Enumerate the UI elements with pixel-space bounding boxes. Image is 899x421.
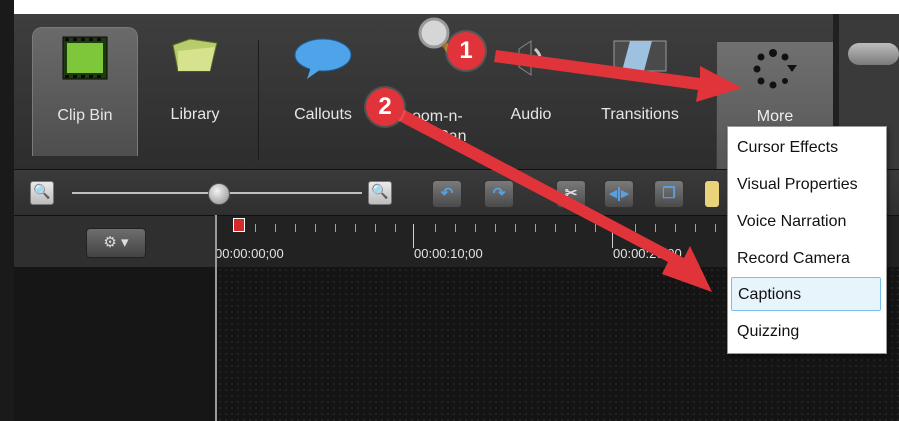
separator — [258, 40, 259, 160]
tab-label: Transitions — [601, 106, 679, 123]
document-top-strip — [0, 0, 899, 14]
tab-label: Audio — [510, 106, 552, 123]
menu-item-visual-properties[interactable]: Visual Properties — [731, 168, 881, 202]
track-settings-button[interactable]: ⚙ ▾ — [86, 228, 146, 258]
split-button[interactable]: ◂|▸ — [604, 180, 634, 208]
ruler-tick — [535, 224, 536, 232]
cut-icon: ✂ — [564, 185, 578, 202]
menu-item-quizzing[interactable]: Quizzing — [731, 315, 881, 349]
ruler-time-label: 00:00:00;00 — [215, 246, 284, 261]
volume-knob[interactable] — [848, 43, 899, 65]
tab-label: Library — [170, 106, 220, 123]
ruler-tick — [455, 224, 456, 232]
tab-label: Callouts — [294, 106, 352, 123]
tab-callouts[interactable]: Callouts — [268, 27, 378, 155]
ruler-tick — [413, 224, 414, 248]
menu-item-cursor-effects[interactable]: Cursor Effects — [731, 131, 881, 165]
tab-label-line2: Pan — [438, 128, 467, 145]
redo-icon: ↷ — [492, 185, 506, 202]
zoom-in-icon: 🔍 — [371, 183, 389, 199]
zoom-out-button[interactable]: 🔍 — [30, 181, 54, 205]
ruler-tick — [515, 224, 516, 232]
window-left-border — [0, 0, 14, 421]
ruler-tick — [612, 224, 613, 248]
playhead-handle[interactable] — [233, 218, 245, 232]
ruler-tick — [495, 224, 496, 232]
ruler-tick — [255, 224, 256, 232]
split-icon: ◂|▸ — [609, 185, 629, 202]
ruler-tick — [575, 224, 576, 232]
ruler-tick — [295, 224, 296, 232]
playhead-line — [215, 215, 217, 421]
ruler-tick — [315, 224, 316, 232]
tab-library[interactable]: Library — [140, 27, 250, 155]
ruler-tick — [375, 224, 376, 232]
speaker-icon — [511, 35, 551, 86]
film-strip-icon — [62, 36, 108, 85]
ruler-time-label: 00:00:10;00 — [414, 246, 483, 261]
ruler-tick — [275, 224, 276, 232]
menu-item-voice-narration[interactable]: Voice Narration — [731, 205, 881, 239]
undo-button[interactable]: ↶ — [432, 180, 462, 208]
ruler-tick — [475, 224, 476, 232]
ruler-tick — [695, 224, 696, 232]
more-label: More — [756, 108, 794, 125]
ruler-tick — [555, 224, 556, 232]
zoom-slider-thumb[interactable] — [208, 183, 230, 205]
ruler-tick — [595, 224, 596, 232]
zoom-out-icon: 🔍 — [33, 183, 51, 199]
copy-button[interactable]: ❐ — [654, 180, 684, 208]
ruler-tick — [335, 224, 336, 232]
tab-audio[interactable]: Audio — [496, 27, 566, 155]
callout-badge-2: 2 — [366, 88, 404, 126]
tab-label-line1: oom-n- — [412, 108, 463, 125]
loading-dots-icon — [751, 47, 799, 98]
ruler-tick — [675, 224, 676, 232]
ruler-tick — [635, 224, 636, 232]
ruler-time-label: 00:00:20;00 — [613, 246, 682, 261]
ruler-tick — [355, 224, 356, 232]
ruler-tick — [715, 224, 716, 232]
copy-icon: ❐ — [662, 185, 676, 202]
ruler-tick — [435, 224, 436, 232]
menu-item-record-camera[interactable]: Record Camera — [731, 242, 881, 276]
more-dropdown-menu: Cursor Effects Visual Properties Voice N… — [727, 126, 887, 354]
camtasia-window: Clip Bin Library Callouts oom-n- Pan Aud… — [0, 0, 899, 421]
paste-button[interactable] — [704, 180, 720, 208]
callout-badge-1: 1 — [447, 32, 485, 70]
ruler-tick — [655, 224, 656, 232]
tab-clip-bin[interactable]: Clip Bin — [32, 27, 138, 156]
track-headers — [14, 267, 215, 421]
undo-icon: ↶ — [440, 185, 454, 202]
folder-icon — [170, 35, 220, 80]
speech-bubble-icon — [293, 35, 353, 86]
tab-label: Clip Bin — [57, 107, 113, 124]
ruler-tick — [395, 224, 396, 232]
tab-transitions[interactable]: Transitions — [580, 27, 700, 155]
redo-button[interactable]: ↷ — [484, 180, 514, 208]
menu-item-captions[interactable]: Captions — [731, 277, 881, 311]
zoom-in-button[interactable]: 🔍 — [368, 181, 392, 205]
cut-button[interactable]: ✂ — [556, 180, 586, 208]
transition-icon — [612, 35, 668, 82]
